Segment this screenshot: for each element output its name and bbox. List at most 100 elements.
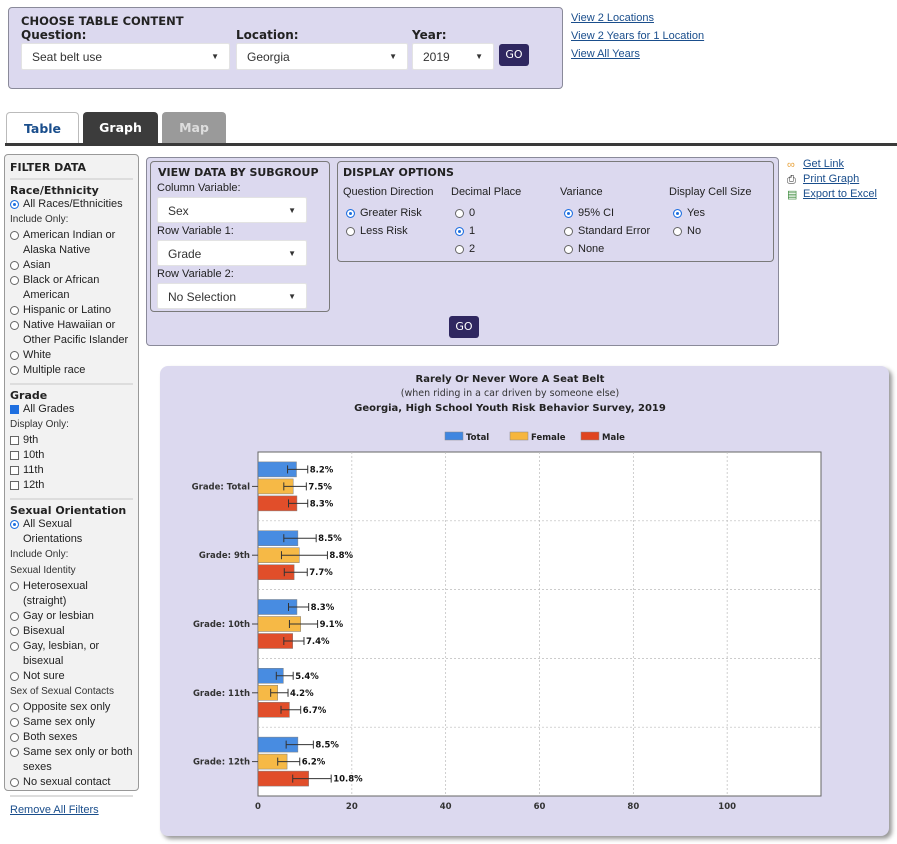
checkbox-icon	[10, 481, 19, 490]
radio-icon	[10, 778, 19, 787]
chevron-down-icon: ▼	[288, 206, 296, 215]
row-variable-1-select[interactable]: Grade ▼	[157, 240, 307, 266]
choose-go-button[interactable]: GO	[499, 44, 529, 66]
print-graph-item[interactable]: ⎙ Print Graph	[787, 172, 877, 187]
export-excel-link[interactable]: Export to Excel	[803, 188, 877, 200]
race-option[interactable]: Black or African American	[10, 273, 133, 303]
radio-icon	[10, 200, 19, 209]
variance-se-radio[interactable]: Standard Error	[564, 225, 650, 237]
get-link-item[interactable]: ∞ Get Link	[787, 157, 877, 172]
options-go-button[interactable]: GO	[449, 316, 479, 338]
decimal-0-radio[interactable]: 0	[455, 207, 475, 219]
checkbox-icon	[10, 436, 19, 445]
chevron-down-icon: ▼	[389, 52, 397, 61]
contacts-label: Sex of Sexual Contacts	[10, 686, 114, 697]
chart-caption: Georgia, High School Youth Risk Behavior…	[354, 403, 666, 414]
question-value: Seat belt use	[32, 50, 103, 64]
print-graph-link[interactable]: Print Graph	[803, 173, 859, 185]
divider	[10, 178, 133, 180]
cell-size-no-radio[interactable]: No	[673, 225, 701, 237]
tab-map[interactable]: Map	[162, 112, 226, 143]
contacts-option[interactable]: No sexual contact	[10, 775, 133, 790]
option-label: 9th	[23, 434, 39, 446]
decimal-2-radio[interactable]: 2	[455, 243, 475, 255]
cell-size-label: Display Cell Size	[669, 186, 752, 198]
radio-icon	[10, 351, 19, 360]
contacts-option[interactable]: Same sex only	[10, 715, 133, 730]
legend-swatch-female	[509, 431, 529, 441]
column-variable-select[interactable]: Sex ▼	[157, 197, 307, 223]
data-label: 8.3%	[310, 499, 334, 509]
get-link-link[interactable]: Get Link	[803, 158, 844, 170]
grade-option[interactable]: 9th	[10, 433, 133, 448]
row-variable-2-select[interactable]: No Selection ▼	[157, 283, 307, 309]
option-label: 12th	[23, 479, 45, 491]
tab-graph[interactable]: Graph	[83, 112, 158, 143]
cell-size-yes-radio[interactable]: Yes	[673, 207, 705, 219]
decimal-1-radio[interactable]: 1	[455, 225, 475, 237]
identity-option[interactable]: Bisexual	[10, 624, 133, 639]
data-label: 8.3%	[311, 603, 335, 613]
checkbox-icon	[10, 451, 19, 460]
choose-title: CHOOSE TABLE CONTENT	[21, 14, 184, 28]
direction-less-risk-radio[interactable]: Less Risk	[346, 225, 408, 237]
race-all-radio[interactable]: All Races/Ethnicities	[10, 197, 133, 212]
option-label: Gay, lesbian, or bisexual	[23, 640, 100, 667]
identity-option[interactable]: Heterosexual (straight)	[10, 579, 133, 609]
data-label: 10.8%	[333, 775, 363, 785]
race-option[interactable]: Multiple race	[10, 363, 133, 378]
chevron-down-icon: ▼	[211, 52, 219, 61]
contacts-option[interactable]: Opposite sex only	[10, 700, 133, 715]
variance-none-radio[interactable]: None	[564, 243, 604, 255]
decimal-label: Decimal Place	[451, 186, 522, 198]
orientation-all-radio[interactable]: All Sexual Orientations	[10, 517, 133, 547]
grade-option[interactable]: 11th	[10, 463, 133, 478]
link-icon: ∞	[787, 159, 795, 171]
legend-label-male: Male	[602, 433, 625, 443]
export-excel-item[interactable]: ▤ Export to Excel	[787, 187, 877, 202]
radio-icon	[10, 321, 19, 330]
variance-ci-radio[interactable]: 95% CI	[564, 207, 614, 219]
contacts-option[interactable]: Same sex only or both sexes	[10, 745, 133, 775]
grade-title: Grade	[10, 389, 48, 402]
option-label: No	[687, 225, 702, 237]
grade-all-checkbox[interactable]: All Grades	[10, 402, 133, 417]
identity-option[interactable]: Gay or lesbian	[10, 609, 133, 624]
race-option[interactable]: Hispanic or Latino	[10, 303, 133, 318]
divider	[10, 498, 133, 500]
remove-all-filters-link[interactable]: Remove All Filters	[10, 801, 133, 819]
bar-chart: Rarely Or Never Wore A Seat Belt (when r…	[192, 374, 822, 812]
race-option[interactable]: Asian	[10, 258, 133, 273]
excel-file-icon: ▤	[787, 189, 798, 201]
view-2-years-link[interactable]: View 2 Years for 1 Location	[571, 27, 704, 45]
view-all-years-link[interactable]: View All Years	[571, 45, 704, 63]
option-label: No sexual contact	[23, 776, 111, 788]
chart-legend: Total Female Male	[444, 431, 625, 443]
race-option[interactable]: American Indian or Alaska Native	[10, 228, 133, 258]
filter-panel: FILTER DATA Race/Ethnicity All Races/Eth…	[4, 154, 139, 816]
row-variable-1-value: Grade	[168, 247, 202, 261]
race-option[interactable]: White	[10, 348, 133, 363]
question-select[interactable]: Seat belt use ▼	[21, 43, 230, 70]
option-label: All Races/Ethnicities	[23, 198, 123, 210]
y-tick-label: Grade: 10th	[193, 620, 250, 630]
view-2-locations-link[interactable]: View 2 Locations	[571, 9, 704, 27]
direction-greater-risk-radio[interactable]: Greater Risk	[346, 207, 422, 219]
chevron-down-icon: ▼	[288, 292, 296, 301]
location-value: Georgia	[247, 50, 290, 64]
race-option[interactable]: Native Hawaiian or Other Pacific Islande…	[10, 318, 133, 348]
identity-option[interactable]: Gay, lesbian, or bisexual	[10, 639, 133, 669]
x-tick-label: 0	[255, 802, 261, 812]
variance-label: Variance	[560, 186, 603, 198]
contacts-option[interactable]: Both sexes	[10, 730, 133, 745]
grade-option[interactable]: 12th	[10, 478, 133, 493]
direction-label: Question Direction	[343, 186, 434, 198]
year-select[interactable]: 2019 ▼	[412, 43, 494, 70]
location-select[interactable]: Georgia ▼	[236, 43, 408, 70]
legend-swatch-male	[580, 431, 600, 441]
radio-icon	[10, 366, 19, 375]
identity-option[interactable]: Not sure	[10, 669, 133, 684]
grade-option[interactable]: 10th	[10, 448, 133, 463]
data-label: 9.1%	[320, 620, 344, 630]
tab-table[interactable]: Table	[6, 112, 79, 143]
